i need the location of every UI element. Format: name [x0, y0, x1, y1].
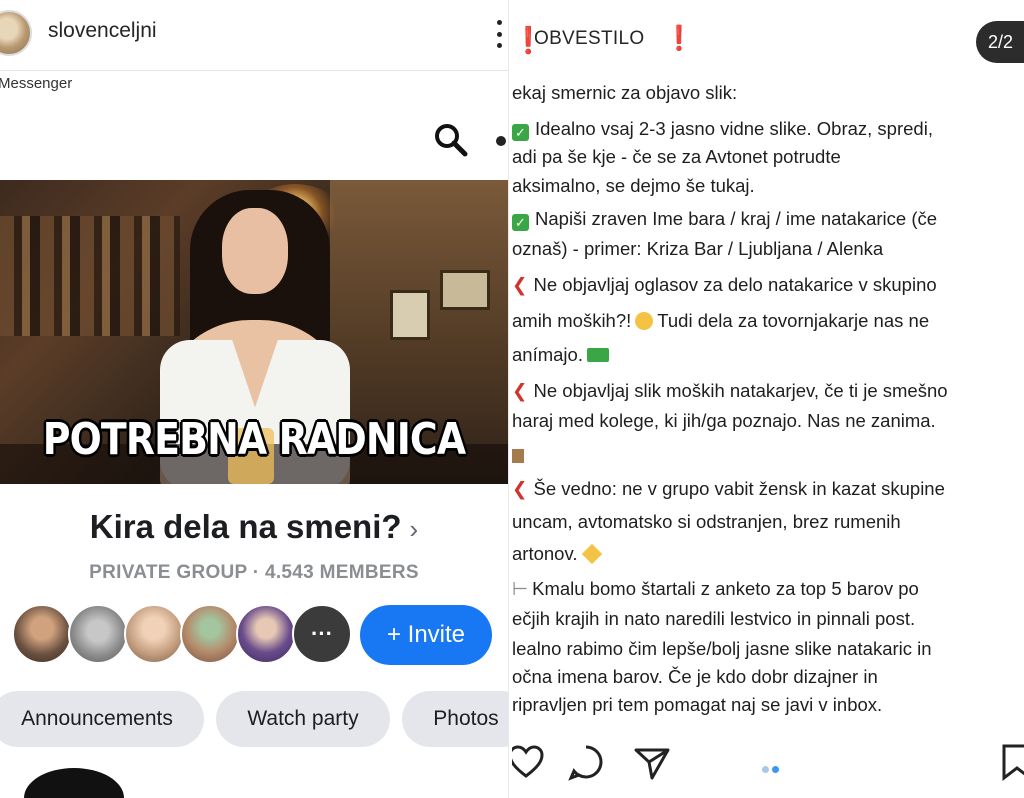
avatar[interactable] [236, 604, 296, 664]
group-meta: PRIVATE GROUP · 4.543 MEMBERS [89, 562, 419, 583]
post-title: OBVESTILO [534, 28, 645, 49]
avatar[interactable] [0, 10, 32, 56]
avatar[interactable] [124, 604, 184, 664]
divider [0, 70, 508, 71]
pin-icon: ⊢ [512, 578, 529, 599]
chevron-right-icon[interactable]: › [410, 514, 419, 544]
text-line: ✓ Napiši zraven Ime bara / kraj / ime nat… [512, 208, 937, 231]
text-line: ❮ Še vedno: ne v grupo vabit žensk in kaz… [512, 478, 945, 499]
more-members-icon[interactable]: ··· [292, 604, 352, 664]
text-line: ⊢ Kmalu bomo štartali z anketo za top 5 b… [512, 578, 919, 599]
text-line: ✓ Idealno vsaj 2-3 jasno vidne slike. Obr… [512, 118, 933, 141]
messenger-label: Messenger [0, 75, 73, 92]
comment-icon[interactable] [566, 742, 606, 782]
photo-caption: POTREBNA RADNICA [42, 414, 466, 465]
text-line [512, 444, 524, 466]
avatar[interactable] [12, 604, 72, 664]
emoji-icon [635, 312, 654, 330]
emoji-icon [512, 449, 524, 463]
cross-icon: ❮ [512, 274, 528, 295]
group-tabs: Announcements Watch party Photos [0, 691, 508, 747]
search-icon[interactable] [432, 121, 470, 159]
bottom-graphic [24, 768, 124, 798]
instagram-post-text: ❗ OBVESTILO ❗ 2/2 ekaj smernic za objavo… [512, 0, 1024, 798]
heart-icon[interactable] [512, 742, 546, 782]
username[interactable]: slovenceljni [48, 19, 157, 43]
text-line: artonov. [512, 543, 603, 565]
text-line: uncam, avtomatsko si odstranjen, brez ru… [512, 511, 901, 532]
check-icon: ✓ [512, 124, 529, 141]
text-line: oznaš) - primer: Kriza Bar / Ljubljana /… [512, 238, 884, 259]
cross-icon: ❮ [512, 380, 528, 401]
text-line: lealno rabimo čim lepše/bolj jasne slike… [512, 638, 932, 659]
tab-watch-party[interactable]: Watch party [216, 691, 390, 747]
more-icon[interactable] [496, 136, 506, 146]
text-line: anímajo. [512, 344, 609, 366]
share-icon[interactable] [632, 742, 672, 782]
tab-announcements[interactable]: Announcements [0, 691, 204, 747]
invite-button[interactable]: + Invite [360, 605, 492, 665]
text-line: ❮ Ne objavljaj slik moških natakarjev, če… [512, 380, 948, 401]
cross-icon: ❮ [512, 478, 528, 499]
text-line: ripravljen pri tem pomagat naj se javi v… [512, 694, 883, 715]
text-line: ekaj smernic za objavo slik: [512, 82, 738, 103]
exclamation-icon: ❗ [664, 25, 694, 52]
text-line: aksimalno, se dejmo še tukaj. [512, 175, 755, 196]
facebook-group-screenshot: slovenceljni Messenger POTREBNA RADNICA … [0, 0, 508, 798]
group-title-text[interactable]: Kira dela na smeni? [90, 508, 402, 545]
more-options-icon[interactable] [495, 20, 503, 48]
text-line: očna imena barov. Če je kdo dobr dizajne… [512, 666, 878, 687]
text-line: adi pa še kje - če se za Avtonet potrudt… [512, 146, 841, 167]
avatar[interactable] [180, 604, 240, 664]
truck-icon [586, 348, 609, 362]
text-line: haraj med kolege, ki jih/ga poznajo. Nas… [512, 410, 936, 431]
text-line: amih moških?! Tudi dela za tovornjakarje … [512, 310, 930, 331]
text-line: ❮ Ne objavljaj oglasov za delo natakarice… [512, 274, 937, 295]
bookmark-icon[interactable] [1000, 742, 1024, 782]
post-header: slovenceljni [0, 0, 508, 66]
carousel-dots [762, 760, 782, 778]
avatar[interactable] [68, 604, 128, 664]
slide-counter: 2/2 [976, 21, 1024, 63]
check-icon: ✓ [512, 214, 529, 231]
group-title[interactable]: Kira dela na smeni? › [0, 508, 508, 546]
tab-photos[interactable]: Photos [402, 691, 508, 747]
text-line: ečjih krajih in nato naredili lestvico i… [512, 608, 916, 629]
warning-icon [582, 543, 603, 565]
